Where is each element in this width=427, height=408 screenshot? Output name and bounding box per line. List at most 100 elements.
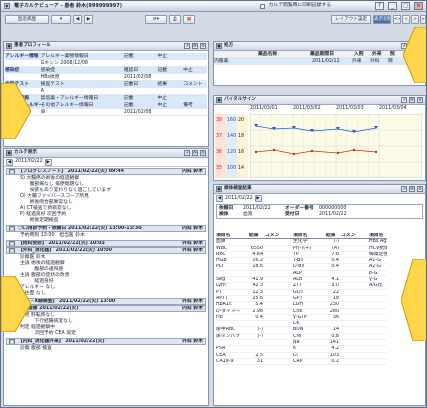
- title-bar: ▣ 電子カルテビューア - 患者 鈴木(999999997) カルテ閲覧時に印刷…: [1, 1, 426, 12]
- karte-note-body: S) 大腸癌の術後の経過観察 腹部痛なし 排便問題なし 食欲もあり変わりなく過ご…: [6, 175, 206, 225]
- help-button[interactable]: ?: [375, 2, 384, 10]
- karte-note-header[interactable]: □【CT・X線検査】 2011/02/22(火) 13:00外科 鈴木: [6, 297, 206, 305]
- profile-cell-label: [5, 74, 41, 80]
- profile-row[interactable]: 禁忌薬情報禁忌薬・アレルギー情報日記載中止: [5, 95, 207, 102]
- minimize-button[interactable]: _: [388, 2, 397, 10]
- orders-icon: ■: [216, 43, 222, 49]
- profile-cell-b: 記載: [123, 103, 134, 108]
- nav-next-button[interactable]: >: [411, 15, 419, 24]
- lab-results-table: 項目名結果コメント項目名結果コメント項目名血算生化学(-)HBs AgWBC65…: [216, 233, 423, 366]
- orders-row[interactable]: 内服薬 2011/02/12 外来 外科 院: [214, 58, 425, 65]
- lab-cell: [279, 359, 293, 366]
- layout-settings-button[interactable]: レイアウト設定: [331, 15, 371, 24]
- karte-note-header[interactable]: □○C)画像 2011/02/22(火)内科 鈴木: [6, 304, 206, 312]
- print-record-checkbox[interactable]: [259, 3, 265, 9]
- print-icon[interactable]: ⎙: [169, 15, 181, 24]
- orders-col-4: 薬品期間日: [310, 52, 334, 57]
- vitals-y-resp-1: 18: [238, 134, 245, 139]
- karte-note-header[interactable]: □ ○C)再診予約・依頼日 2011/02/22(火) 13:00-13:30 内科…: [6, 224, 206, 232]
- profile-row[interactable]: 卵 2011/02/08: [5, 109, 207, 116]
- karte-note-dept: 外科 鈴木: [182, 240, 203, 246]
- orders-header: ■ 処方 ↗ ⟳ ⚙: [214, 42, 425, 51]
- calendar-icon[interactable]: ▦: [183, 15, 195, 24]
- vitals-expand-icon[interactable]: ↗: [401, 97, 407, 103]
- profile-cell-label: [5, 60, 41, 66]
- karte-note-dept: 外科 鈴木: [182, 247, 203, 253]
- orders-col-2: 薬品名称: [258, 52, 278, 57]
- karte-note-title: 【プログレスノート】 2011/02/22(火) 09:44: [18, 169, 124, 174]
- profile-row[interactable]: アレルギー情報 アレルギー薬物情報日 記載 中止: [5, 53, 207, 60]
- karte-note-title: 【他科受診】 2011/02/22(火) 10:03: [18, 240, 105, 246]
- vitals-date-1: 2011/03/02: [293, 106, 321, 111]
- vitals-settings-icon[interactable]: ⚙: [417, 97, 423, 103]
- lab-title: 検体検査結果: [224, 186, 252, 192]
- profile-row[interactable]: HBs抗原 2011/02/08: [5, 74, 207, 81]
- karte-note-header[interactable]: □ 【内科_消化器外来】 2011/02/22(火) 外科 鈴木: [6, 337, 206, 345]
- karte-settings-icon[interactable]: ⚙: [200, 150, 206, 156]
- profile-header: ■ 患者プロフィール ↗ ⟳ ⚙: [4, 42, 208, 51]
- profile-cell-b: 記載日: [123, 82, 139, 87]
- vitals-axis: 38 37 36 35 160 140 120 100 20 18 16 14: [215, 114, 248, 178]
- lab-cell: [355, 359, 369, 366]
- vitals-y-pulse-2: 120: [227, 150, 237, 155]
- orders-column-header: 薬品名称 薬品期間日 入院 外来 院: [214, 51, 425, 58]
- maximize-button[interactable]: □: [401, 2, 410, 10]
- profile-cell-a: アレルギー薬物情報日: [40, 54, 89, 59]
- vitals-y-pulse-0: 160: [227, 118, 237, 123]
- prev-button[interactable]: ◀: [73, 15, 82, 24]
- lab-expand-icon[interactable]: ↗: [401, 186, 407, 192]
- lab-refresh-icon[interactable]: ⟳: [409, 186, 415, 192]
- lab-settings-icon[interactable]: ⚙: [417, 186, 423, 192]
- karte-note-title: 【外科_消化器】 2011/02/22(火) 10:00: [18, 247, 112, 253]
- history-dropdown[interactable]: ▾: [51, 15, 71, 24]
- profile-row[interactable]: その他アレルギーその他アレルギー情報日記載中止備考: [5, 102, 207, 109]
- karte-note-header[interactable]: □ 【プログレスノート】 2011/02/22(火) 09:44 内科 鈴木: [6, 168, 206, 175]
- karte-note-header[interactable]: □ 【外科_消化器】 2011/02/22(火) 10:00 外科 鈴木: [6, 246, 206, 254]
- profile-cell-label: アレルギー情報: [5, 54, 39, 59]
- vitals-refresh-icon[interactable]: ⟳: [409, 97, 415, 103]
- orders-title: 処方: [224, 43, 234, 49]
- profile-row[interactable]: 血型テスト 検査テスト 記載日 結果 コメント: [5, 81, 207, 88]
- vitals-y-pulse-1: 140: [227, 134, 237, 139]
- vitals-chart[interactable]: [250, 114, 422, 178]
- karte-note-header[interactable]: □ 【他科受診】 2011/02/22(火) 10:03 外科 鈴木: [6, 239, 206, 247]
- lab-date-prev[interactable]: ◀: [216, 195, 223, 202]
- profile-expand-icon[interactable]: ↗: [184, 43, 190, 49]
- profile-cell-d: [183, 88, 207, 94]
- lab-date-next[interactable]: ▶: [254, 195, 262, 202]
- close-button[interactable]: ×: [414, 2, 423, 10]
- karte-date-next[interactable]: ▶: [44, 158, 52, 166]
- profile-cell-c: 記載: [157, 68, 168, 73]
- profile-icon: ■: [6, 43, 12, 49]
- karte-note-dept: 内科 鈴木: [182, 225, 203, 231]
- lab-item-name: CA19-9: [216, 359, 249, 366]
- profile-row[interactable]: Gキシン 2008/12/08: [5, 60, 207, 67]
- profile-row[interactable]: A: [5, 88, 207, 95]
- karte-note-body: 診察医 鈴木 主訴 術後の経過観察 腹部の違和感 主訴 腹部の症状の改善 経過良好ア…: [6, 254, 206, 298]
- order-date: 2011/02/12: [312, 59, 340, 64]
- profile-cell-d: [183, 95, 207, 101]
- profile-settings-icon[interactable]: ⚙: [200, 43, 206, 49]
- profile-cell-b: 確認日: [123, 68, 139, 73]
- next-button[interactable]: ▶: [84, 15, 93, 24]
- karte-expand-icon[interactable]: ↗: [184, 150, 190, 156]
- karte-refresh-icon[interactable]: ⟳: [192, 150, 198, 156]
- profile-cell-d: [183, 60, 207, 66]
- profile-cell-c: [157, 60, 183, 66]
- nav-first-button[interactable]: <<: [393, 15, 401, 24]
- order-type: 内服薬: [214, 59, 229, 64]
- nav-prev-button[interactable]: <: [402, 15, 410, 24]
- view-toggle-button[interactable]: 表示切替: [373, 15, 391, 24]
- profile-cell-b: 2011/02/08: [123, 110, 152, 115]
- lab-item-name: [369, 359, 387, 366]
- refresh-icon[interactable]: ⟳▾: [145, 15, 167, 24]
- recent-history-button[interactable]: 直近病歴: [5, 15, 49, 24]
- profile-cell-label: 感染症: [5, 68, 20, 73]
- nav-last-button[interactable]: >>: [420, 15, 426, 24]
- profile-row[interactable]: 感染症 感染症 確認日 記載 中止: [5, 67, 207, 74]
- profile-refresh-icon[interactable]: ⟳: [192, 43, 198, 49]
- profile-cell-a: HBs抗原: [40, 75, 60, 80]
- profile-cell-c: 中止: [157, 103, 168, 108]
- karte-date-prev[interactable]: ◀: [6, 158, 13, 166]
- order-dept: 外科: [370, 59, 380, 64]
